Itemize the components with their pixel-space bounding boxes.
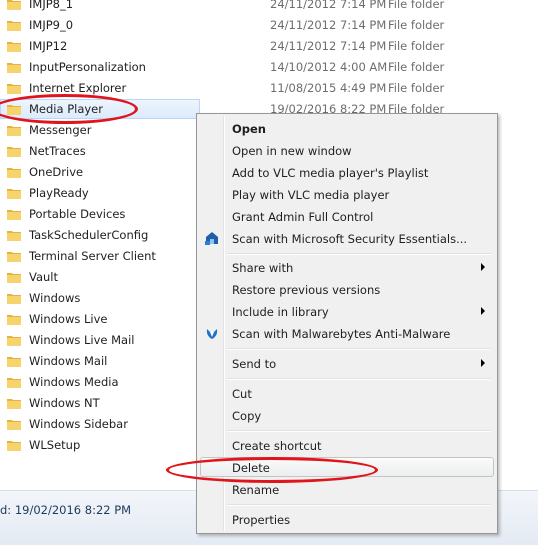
folder-icon	[7, 252, 21, 262]
file-name: PlayReady	[29, 186, 89, 200]
menu-item-label: Cut	[232, 387, 252, 401]
file-name: IMJP8_1	[29, 0, 74, 11]
file-name: Windows NT	[29, 396, 100, 410]
folder-icon	[7, 84, 21, 94]
menu-separator	[227, 504, 491, 506]
file-name: Windows Sidebar	[29, 417, 128, 431]
folder-icon	[7, 315, 21, 325]
file-name: Terminal Server Client	[29, 249, 156, 263]
file-date: 11/08/2015 4:49 PM	[270, 81, 387, 95]
menu-item-label: Add to VLC media player's Playlist	[232, 166, 429, 180]
folder-icon	[7, 0, 21, 10]
menu-item-label: Grant Admin Full Control	[232, 210, 374, 224]
file-name: Messenger	[29, 123, 92, 137]
menu-item-label: Scan with Malwarebytes Anti-Malware	[232, 327, 451, 341]
file-name: Windows Media	[29, 375, 119, 389]
menu-item-cut[interactable]: Cut	[199, 383, 495, 404]
menu-item-label: Copy	[232, 409, 262, 423]
folder-row-imjp8-1[interactable]: IMJP8_1 24/11/2012 7:14 PM File folder	[0, 0, 538, 15]
menu-item-label: Restore previous versions	[232, 283, 381, 297]
menu-item-scan-malwarebytes[interactable]: Scan with Malwarebytes Anti-Malware	[199, 323, 495, 344]
menu-item-label: Share with	[232, 261, 294, 275]
folder-icon	[7, 378, 21, 388]
folder-icon	[7, 210, 21, 220]
menu-item-label: Include in library	[232, 305, 329, 319]
menu-separator	[227, 253, 491, 255]
folder-icon	[7, 147, 21, 157]
menu-item-open[interactable]: Open	[199, 118, 495, 139]
file-type: File folder	[388, 39, 445, 53]
file-type: File folder	[388, 18, 445, 32]
menu-item-open-new-window[interactable]: Open in new window	[199, 140, 495, 161]
menu-item-label: Open	[232, 122, 266, 136]
folder-row-imjp9-0[interactable]: IMJP9_0 24/11/2012 7:14 PM File folder	[0, 15, 538, 36]
menu-item-grant-admin[interactable]: Grant Admin Full Control	[199, 206, 495, 227]
menu-separator	[227, 348, 491, 350]
menu-item-label: Properties	[232, 513, 291, 527]
folder-icon	[7, 357, 21, 367]
menu-item-include-library[interactable]: Include in library	[199, 301, 495, 322]
file-type: File folder	[388, 60, 445, 74]
menu-separator	[227, 378, 491, 380]
file-name: OneDrive	[29, 165, 84, 179]
folder-icon	[7, 42, 21, 52]
file-name: Windows Mail	[29, 354, 108, 368]
file-date: 24/11/2012 7:14 PM	[270, 18, 387, 32]
menu-item-restore-versions[interactable]: Restore previous versions	[199, 279, 495, 300]
submenu-arrow-icon	[481, 307, 485, 315]
menu-item-label: Open in new window	[232, 144, 352, 158]
menu-item-vlc-playlist[interactable]: Add to VLC media player's Playlist	[199, 162, 495, 183]
file-type: File folder	[388, 0, 445, 11]
annotation-oval-delete	[166, 457, 378, 483]
folder-icon	[7, 189, 21, 199]
folder-row-imjp12[interactable]: IMJP12 24/11/2012 7:14 PM File folder	[0, 36, 538, 57]
malwarebytes-icon	[206, 329, 218, 339]
submenu-arrow-icon	[481, 359, 485, 367]
file-name: WLSetup	[29, 438, 81, 452]
folder-icon	[7, 420, 21, 430]
folder-row-inputpersonalization[interactable]: InputPersonalization 14/10/2012 4:00 AM …	[0, 57, 538, 78]
menu-item-label: Create shortcut	[232, 439, 322, 453]
file-name: Vault	[29, 270, 59, 284]
file-name: NetTraces	[29, 144, 86, 158]
menu-item-properties[interactable]: Properties	[199, 509, 495, 530]
file-name: IMJP9_0	[29, 18, 74, 32]
submenu-arrow-icon	[481, 263, 485, 271]
menu-item-copy[interactable]: Copy	[199, 405, 495, 426]
menu-item-label: Play with VLC media player	[232, 188, 390, 202]
menu-item-label: Rename	[232, 483, 280, 497]
folder-icon	[7, 441, 21, 451]
menu-item-label: Send to	[232, 357, 277, 371]
folder-icon	[7, 399, 21, 409]
file-date: 14/10/2012 4:00 AM	[270, 60, 388, 74]
file-name: IMJP12	[29, 39, 68, 53]
folder-icon	[7, 126, 21, 136]
file-name: Windows	[29, 291, 81, 305]
menu-item-scan-mse[interactable]: Scan with Microsoft Security Essentials.…	[199, 228, 495, 249]
folder-icon	[7, 63, 21, 73]
folder-icon	[7, 294, 21, 304]
file-name: InputPersonalization	[29, 60, 146, 74]
folder-icon	[7, 336, 21, 346]
menu-item-label: Scan with Microsoft Security Essentials.…	[232, 232, 468, 246]
menu-item-share-with[interactable]: Share with	[199, 257, 495, 278]
folder-icon	[7, 21, 21, 31]
file-name: Windows Live Mail	[29, 333, 135, 347]
status-modified-date: d: 19/02/2016 8:22 PM	[0, 503, 132, 517]
file-name: Internet Explorer	[29, 81, 127, 95]
security-essentials-icon	[205, 232, 218, 245]
file-name: Portable Devices	[29, 207, 126, 221]
file-name: TaskSchedulerConfig	[29, 228, 149, 242]
file-name: Windows Live	[29, 312, 108, 326]
menu-separator	[227, 430, 491, 432]
menu-item-send-to[interactable]: Send to	[199, 353, 495, 374]
folder-icon	[7, 168, 21, 178]
file-date: 24/11/2012 7:14 PM	[270, 0, 387, 11]
menu-item-vlc-play[interactable]: Play with VLC media player	[199, 184, 495, 205]
file-type: File folder	[388, 81, 445, 95]
folder-icon	[7, 273, 21, 283]
file-date: 24/11/2012 7:14 PM	[270, 39, 387, 53]
folder-icon	[7, 231, 21, 241]
menu-item-create-shortcut[interactable]: Create shortcut	[199, 435, 495, 456]
